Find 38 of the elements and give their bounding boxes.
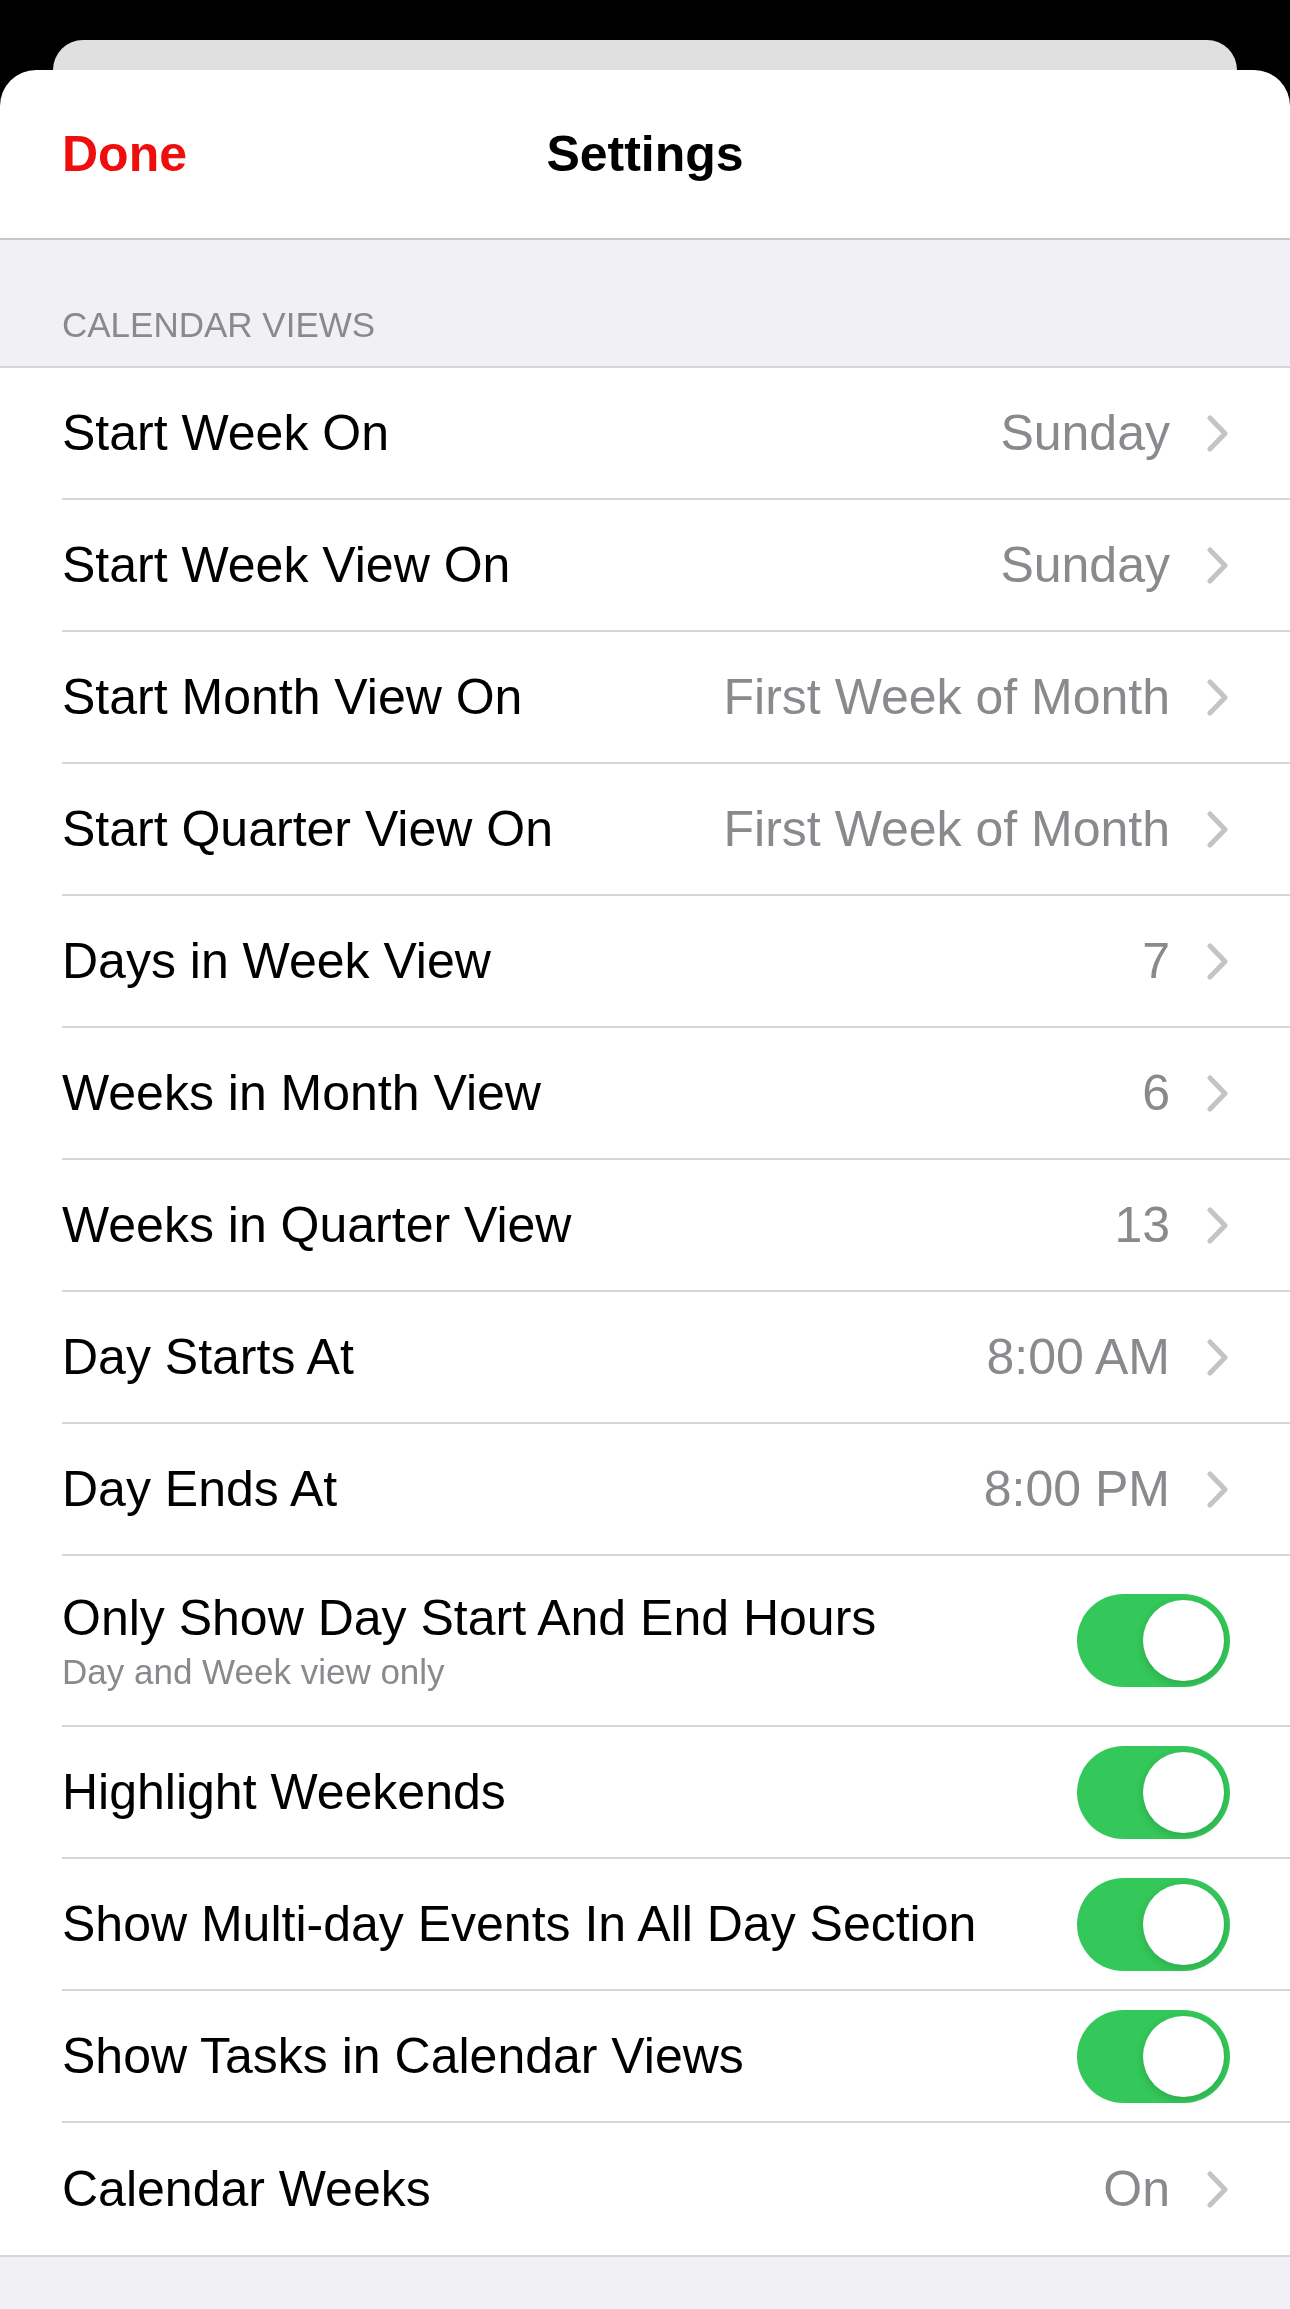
chevron-right-icon <box>1207 2170 1228 2208</box>
chevron-right-icon <box>1207 1074 1228 1112</box>
row-label: Day Ends At <box>62 1460 338 1518</box>
section-header: CALENDAR VIEWS <box>62 304 376 346</box>
chevron-right-icon <box>1207 942 1228 980</box>
row-label: Start Quarter View On <box>62 800 553 858</box>
row-subtitle: Day and Week view only <box>62 1650 446 1693</box>
row-value[interactable]: First Week of Month <box>723 800 1170 858</box>
row-value[interactable]: 8:00 AM <box>986 1328 1170 1386</box>
row-label: Days in Week View <box>62 932 491 990</box>
row-label: Day Starts At <box>62 1328 354 1386</box>
row-label: Start Week On <box>62 404 389 462</box>
row-value[interactable]: 6 <box>1142 1064 1170 1122</box>
row-label: Start Week View On <box>62 536 511 594</box>
row-value[interactable]: Sunday <box>1000 404 1170 462</box>
row-label: Calendar Weeks <box>62 2160 431 2218</box>
row-value[interactable]: 13 <box>1114 1196 1170 1254</box>
row-value[interactable]: On <box>1103 2160 1170 2218</box>
row-label: Highlight Weekends <box>62 1763 506 1821</box>
chevron-right-icon <box>1207 810 1228 848</box>
row-label: Only Show Day Start And End Hours <box>62 1588 877 1647</box>
row-label: Show Multi-day Events In All Day Section <box>62 1895 977 1953</box>
chevron-right-icon <box>1207 414 1228 452</box>
chevron-right-icon <box>1207 678 1228 716</box>
screen-title: Settings <box>546 125 744 184</box>
chevron-right-icon <box>1207 546 1228 584</box>
chevron-right-icon <box>1207 1338 1228 1376</box>
row-value[interactable]: 7 <box>1142 932 1170 990</box>
row-label: Show Tasks in Calendar Views <box>62 2027 744 2085</box>
row-value[interactable]: Sunday <box>1000 536 1170 594</box>
row-label: Weeks in Quarter View <box>62 1196 572 1254</box>
row-label: Weeks in Month View <box>62 1064 541 1122</box>
chevron-right-icon <box>1207 1470 1228 1508</box>
row-value[interactable]: 8:00 PM <box>983 1460 1170 1518</box>
row-value[interactable]: First Week of Month <box>723 668 1170 726</box>
done-button[interactable]: Done <box>62 124 187 184</box>
chevron-right-icon <box>1207 1206 1228 1244</box>
row-label: Start Month View On <box>62 668 523 726</box>
